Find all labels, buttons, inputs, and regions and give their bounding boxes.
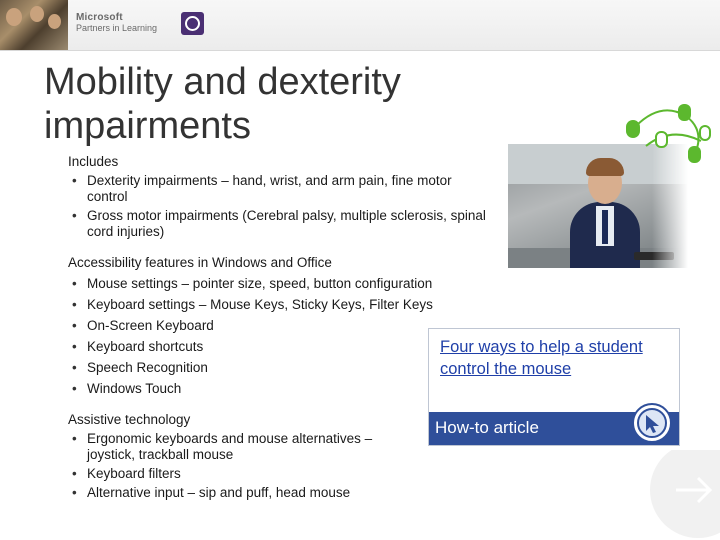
brand-line-2: Partners in Learning	[76, 23, 158, 33]
list-item: Keyboard shortcuts	[68, 337, 488, 356]
list-item: On-Screen Keyboard	[68, 316, 488, 335]
decorative-mouse-graphic	[626, 104, 711, 163]
slide-title: Mobility and dexterity impairments	[44, 61, 401, 147]
header-photo	[0, 0, 68, 50]
brand-line-1: Microsoft	[76, 12, 123, 23]
list-item: Keyboard filters	[68, 466, 418, 482]
list-item: Gross motor impairments (Cerebral palsy,…	[68, 208, 488, 240]
assistive-section: Assistive technology Ergonomic keyboards…	[68, 410, 488, 501]
microsoft-logo: Microsoft Partners in Learning	[76, 12, 158, 34]
partners-in-learning-icon	[181, 12, 204, 35]
list-item: Ergonomic keyboards and mouse alternativ…	[68, 431, 418, 463]
list-item: Speech Recognition	[68, 358, 488, 377]
list-item: Keyboard settings – Mouse Keys, Sticky K…	[68, 295, 488, 314]
header-band: Microsoft Partners in Learning	[0, 0, 720, 51]
features-section: Accessibility features in Windows and Of…	[68, 253, 488, 398]
how-to-article-card[interactable]: Four ways to help a student control the …	[428, 328, 680, 446]
includes-heading: Includes	[68, 154, 119, 169]
features-list: Mouse settings – pointer size, speed, bu…	[68, 274, 488, 398]
four-ways-link[interactable]: Four ways to help a student control the …	[440, 336, 676, 380]
article-label: How-to article	[435, 418, 539, 437]
mouse-cursor-icon	[632, 403, 672, 443]
list-item: Windows Touch	[68, 379, 488, 398]
includes-section: Includes Dexterity impairments – hand, w…	[68, 152, 488, 240]
list-item: Dexterity impairments – hand, wrist, and…	[68, 173, 488, 205]
includes-list: Dexterity impairments – hand, wrist, and…	[68, 173, 488, 240]
assistive-heading: Assistive technology	[68, 412, 191, 427]
next-arrow-icon[interactable]	[636, 450, 720, 540]
features-heading: Accessibility features in Windows and Of…	[68, 255, 332, 270]
slide-body: Includes Dexterity impairments – hand, w…	[68, 152, 488, 504]
list-item: Alternative input – sip and puff, head m…	[68, 485, 418, 501]
list-item: Mouse settings – pointer size, speed, bu…	[68, 274, 488, 293]
assistive-list: Ergonomic keyboards and mouse alternativ…	[68, 431, 418, 501]
